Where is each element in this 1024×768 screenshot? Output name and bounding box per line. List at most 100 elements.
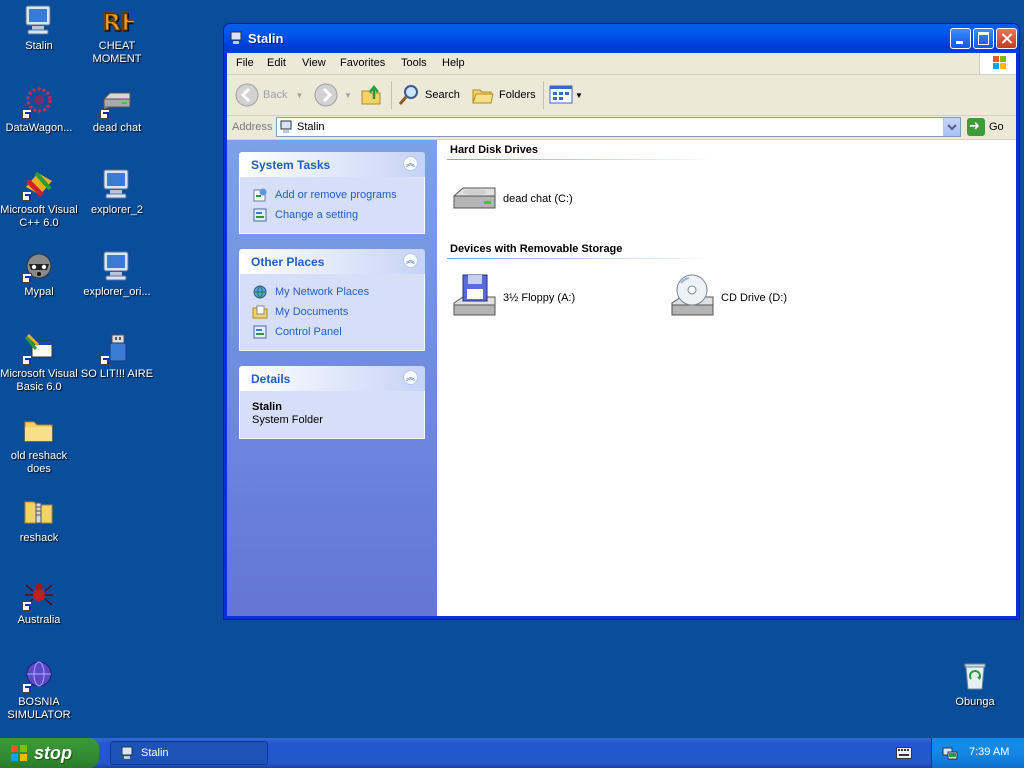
desktop-icon-label: CHEAT MOMENT <box>92 40 142 65</box>
maximize-button[interactable] <box>973 28 994 49</box>
menu-view[interactable]: View <box>302 57 326 69</box>
address-input[interactable]: Stalin <box>276 117 961 137</box>
menu-help[interactable]: Help <box>442 57 465 69</box>
folders-button[interactable]: Folders <box>471 83 536 107</box>
resource-hacker-icon: RH <box>100 3 135 37</box>
desktop-icon-label: Microsoft Visual C++ 6.0 <box>0 204 78 229</box>
desktop-icon-explorer-ori[interactable]: explorer_ori... <box>78 249 156 299</box>
forward-arrow-icon <box>314 83 338 107</box>
desktop-icon-label: explorer_2 <box>91 204 143 216</box>
panel-title: Details <box>251 372 291 386</box>
desktop-icon-so-lit-aire[interactable]: SO LIT!!! AIRE <box>78 331 156 381</box>
computer-icon <box>100 167 134 201</box>
folders-label: Folders <box>499 89 536 101</box>
add-remove-programs-icon <box>252 187 268 203</box>
desktop-icon-old-reshack-does[interactable]: old reshack does <box>0 413 78 476</box>
svg-text:RH: RH <box>102 8 134 36</box>
keyboard-icon[interactable] <box>896 747 912 759</box>
clock: 7:39 AM <box>969 746 1010 758</box>
details-header[interactable]: Details ︽ <box>239 366 425 391</box>
search-icon <box>398 85 418 105</box>
back-dropdown-icon[interactable]: ▼ <box>295 91 303 100</box>
place-label: My Documents <box>275 306 349 318</box>
desktop-icon-australia[interactable]: Australia <box>0 577 78 627</box>
go-label: Go <box>989 121 1004 133</box>
forward-dropdown-icon[interactable]: ▼ <box>344 91 352 100</box>
desktop-icon-cheat-moment[interactable]: RH CHEAT MOMENT <box>78 3 156 66</box>
menu-bar: File Edit View Favorites Tools Help <box>227 53 1016 75</box>
drive-item-d[interactable]: CD Drive (D:) <box>667 273 787 323</box>
taskbar: stop Stalin 7:39 AM <box>0 738 1024 768</box>
desktop-icon-obunga[interactable]: Obunga <box>936 659 1014 709</box>
desktop-icon-dead-chat[interactable]: dead chat <box>78 85 156 135</box>
my-computer-icon <box>230 31 242 44</box>
place-control-panel[interactable]: Control Panel <box>252 322 424 342</box>
up-folder-icon <box>361 84 381 105</box>
shortcut-arrow-icon <box>22 109 32 119</box>
network-places-icon <box>252 284 268 300</box>
menu-edit[interactable]: Edit <box>267 57 286 69</box>
zip-folder-icon <box>22 495 56 529</box>
up-folder-button[interactable] <box>360 83 384 107</box>
task-label: Change a setting <box>275 209 359 221</box>
collapse-chevron-icon[interactable]: ︽ <box>403 370 418 385</box>
place-my-documents[interactable]: My Documents <box>252 302 424 322</box>
shortcut-arrow-icon <box>22 273 32 283</box>
desktop-icon-mypal[interactable]: Mypal <box>0 249 78 299</box>
hard-drive-icon <box>449 174 499 224</box>
place-label: Control Panel <box>275 326 342 338</box>
title-bar[interactable]: Stalin <box>224 24 1019 53</box>
search-button[interactable]: Search <box>397 83 460 107</box>
desktop-icon-label: old reshack does <box>10 450 68 475</box>
window-frame: File Edit View Favorites Tools Help Back… <box>227 53 1016 616</box>
minimize-button[interactable] <box>950 28 971 49</box>
views-button[interactable]: ▼ <box>549 83 583 107</box>
desktop-icon-stalin[interactable]: Stalin <box>0 3 78 53</box>
place-label: My Network Places <box>275 286 370 298</box>
explorer-window: Stalin File Edit View Favorites Tools He… <box>223 23 1020 620</box>
collapse-chevron-icon[interactable]: ︽ <box>403 253 418 268</box>
task-add-remove-programs[interactable]: Add or remove programs <box>252 185 424 205</box>
address-bar: Address Stalin Go <box>227 116 1016 140</box>
task-change-setting[interactable]: Change a setting <box>252 205 424 225</box>
forward-button[interactable]: ▼ <box>314 83 352 107</box>
place-my-network-places[interactable]: My Network Places <box>252 282 424 302</box>
menu-file[interactable]: File <box>236 57 254 69</box>
start-label: stop <box>34 742 72 763</box>
windows-flag-icon <box>979 53 1016 74</box>
go-button[interactable]: Go <box>967 118 1004 136</box>
desktop-icon-reshack[interactable]: reshack <box>0 495 78 545</box>
my-documents-icon <box>252 304 268 320</box>
menu-tools[interactable]: Tools <box>401 57 427 69</box>
panel-title: System Tasks <box>251 158 331 172</box>
drive-item-c[interactable]: dead chat (C:) <box>449 174 573 224</box>
panel-title: Other Places <box>251 255 325 269</box>
spider-icon <box>22 577 56 611</box>
drive-item-a[interactable]: 3½ Floppy (A:) <box>449 273 575 323</box>
desktop-icon-label: DataWagon... <box>5 122 73 134</box>
system-tasks-header[interactable]: System Tasks ︽ <box>239 152 425 177</box>
other-places-header[interactable]: Other Places ︽ <box>239 249 425 274</box>
start-button[interactable]: stop <box>0 738 99 768</box>
desktop-icon-visual-basic[interactable]: Microsoft Visual Basic 6.0 <box>0 331 78 394</box>
task-label: Add or remove programs <box>275 189 397 201</box>
address-value: Stalin <box>297 121 325 133</box>
raccoon-icon <box>22 249 56 283</box>
menu-favorites[interactable]: Favorites <box>340 57 385 69</box>
close-button[interactable] <box>996 28 1017 49</box>
collapse-chevron-icon[interactable]: ︽ <box>403 156 418 171</box>
usb-drive-icon <box>100 331 134 365</box>
network-tray-icon[interactable] <box>942 745 958 761</box>
group-divider <box>447 258 717 259</box>
window-title: Stalin <box>248 31 284 46</box>
desktop-icon-bosnia-simulator[interactable]: BOSNIA SIMULATOR <box>0 659 78 722</box>
desktop-icon-label: Mypal <box>24 286 54 298</box>
desktop-icon-datawagon[interactable]: DataWagon... <box>0 85 78 135</box>
details-type: System Folder <box>252 414 323 426</box>
folder-icon <box>22 413 56 447</box>
address-dropdown-button[interactable] <box>943 118 960 136</box>
back-button[interactable]: Back ▼ <box>235 83 303 107</box>
taskbar-button-stalin[interactable]: Stalin <box>110 741 268 765</box>
desktop-icon-visual-cpp[interactable]: Microsoft Visual C++ 6.0 <box>0 167 78 230</box>
desktop-icon-explorer-2[interactable]: explorer_2 <box>78 167 156 217</box>
